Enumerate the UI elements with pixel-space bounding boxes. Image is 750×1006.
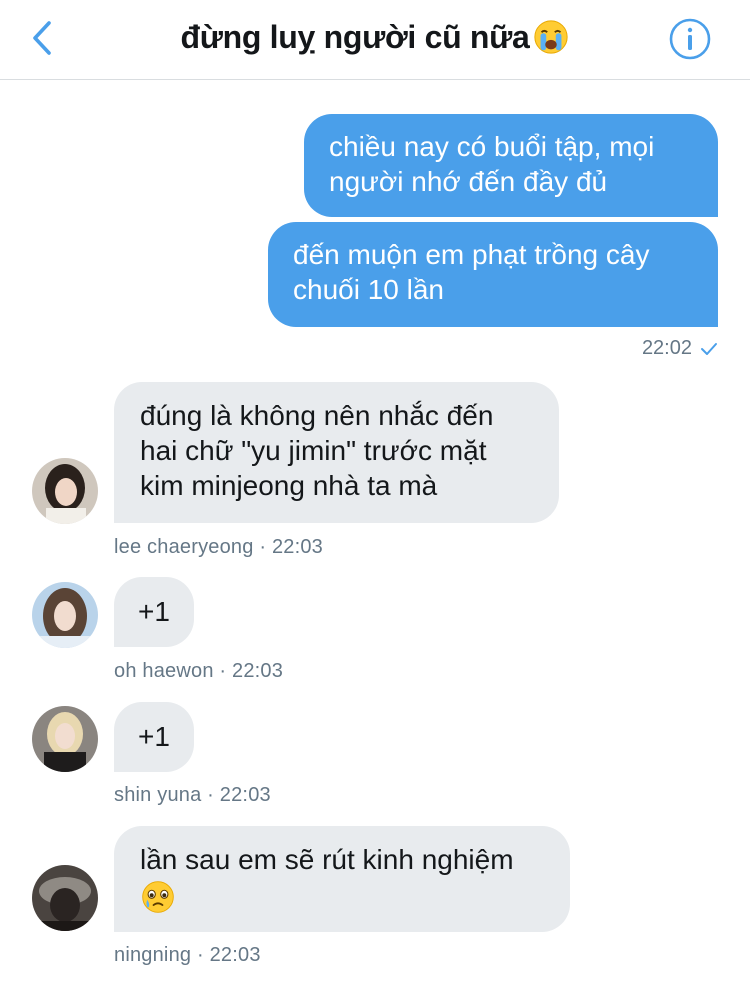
incoming-message-bubble[interactable]: +1 bbox=[114, 702, 194, 772]
conversation-header: đừng luỵ người cũ nữa bbox=[0, 0, 750, 80]
conversation-title-text: đừng luỵ người cũ nữa bbox=[180, 18, 530, 55]
incoming-message-meta: ningning · 22:03 bbox=[114, 944, 261, 966]
crying-face-emoji bbox=[533, 20, 568, 54]
avatar-image bbox=[32, 706, 98, 772]
message-text: chiều nay có buổi tập, mọi người nhớ đến… bbox=[329, 131, 655, 197]
incoming-message-meta: shin yuna · 22:03 bbox=[114, 784, 271, 806]
dm-conversation: đừng luỵ người cũ nữa chiều nay có buổi … bbox=[0, 0, 750, 1006]
avatar-image bbox=[32, 582, 98, 648]
incoming-message-meta: oh haewon · 22:03 bbox=[114, 660, 284, 682]
info-icon bbox=[669, 18, 711, 60]
avatar-lee-chaeryeong[interactable] bbox=[32, 458, 98, 524]
outgoing-message-bubble[interactable]: chiều nay có buổi tập, mọi người nhớ đến… bbox=[304, 114, 718, 217]
message-text: +1 bbox=[138, 596, 170, 627]
incoming-message-meta: lee chaeryeong · 22:03 bbox=[114, 536, 323, 558]
outgoing-message-bubble[interactable]: đến muộn em phạt trồng cây chuối 10 lần bbox=[268, 222, 718, 327]
incoming-message-bubble[interactable]: đúng là không nên nhắc đến hai chữ "yu j… bbox=[114, 382, 559, 523]
avatar-image bbox=[32, 865, 98, 931]
outgoing-message-meta: 22:02 bbox=[642, 337, 718, 360]
avatar-ningning[interactable] bbox=[32, 865, 98, 931]
message-time: 22:02 bbox=[641, 337, 692, 359]
holding-back-tears-emoji bbox=[142, 881, 174, 913]
message-text: lần sau em sẽ rút kinh nghiệm bbox=[140, 844, 514, 875]
avatar-image bbox=[32, 458, 98, 524]
message-text: đúng là không nên nhắc đến hai chữ "yu j… bbox=[140, 400, 494, 501]
message-text: +1 bbox=[138, 721, 170, 752]
avatar-shin-yuna[interactable] bbox=[32, 706, 98, 772]
conversation-title: đừng luỵ người cũ nữa bbox=[0, 18, 750, 56]
incoming-message-bubble[interactable]: lần sau em sẽ rút kinh nghiệm bbox=[114, 826, 570, 932]
incoming-message-bubble[interactable]: +1 bbox=[114, 577, 194, 647]
message-text: đến muộn em phạt trồng cây chuối 10 lần bbox=[293, 239, 650, 305]
check-icon bbox=[701, 342, 717, 355]
avatar-oh-haewon[interactable] bbox=[32, 582, 98, 648]
info-button[interactable] bbox=[668, 17, 712, 61]
